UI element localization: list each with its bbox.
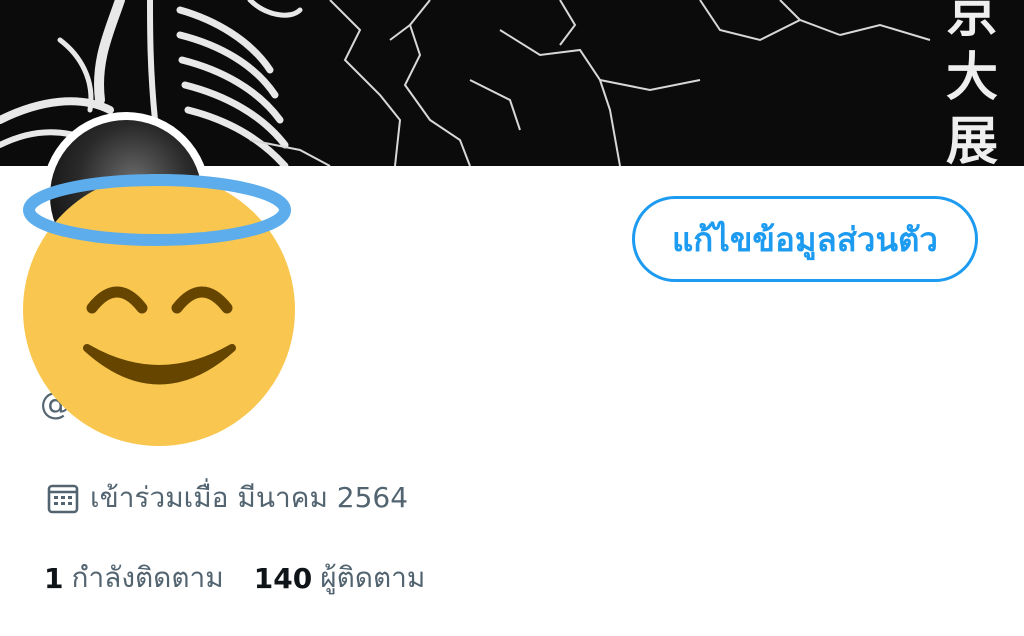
edit-profile-button[interactable]: แก้ไขข้อมูลส่วนตัว bbox=[632, 196, 978, 282]
following-count: 1 bbox=[44, 561, 64, 595]
follow-stats: 1 กำลังติดตาม 140 ผู้ติดตาม bbox=[44, 558, 455, 598]
calendar-icon bbox=[46, 481, 80, 515]
following-link[interactable]: 1 กำลังติดตาม bbox=[44, 556, 224, 600]
joined-date-text: เข้าร่วมเมื่อ มีนาคม 2564 bbox=[90, 481, 409, 514]
followers-link[interactable]: 140 ผู้ติดตาม bbox=[254, 556, 426, 600]
profile-page: 京大展 แก้ไขข้อมูลส่วนตัว @ vate bbox=[0, 0, 1024, 636]
banner-kanji-text: 京大展 bbox=[945, 0, 998, 166]
followers-label: ผู้ติดตาม bbox=[320, 561, 426, 594]
followers-count: 140 bbox=[253, 561, 313, 595]
smiling-face-with-halo-icon bbox=[23, 174, 295, 446]
joined-date-row: เข้าร่วมเมื่อ มีนาคม 2564 bbox=[46, 478, 408, 518]
following-label: กำลังติดตาม bbox=[71, 561, 224, 594]
